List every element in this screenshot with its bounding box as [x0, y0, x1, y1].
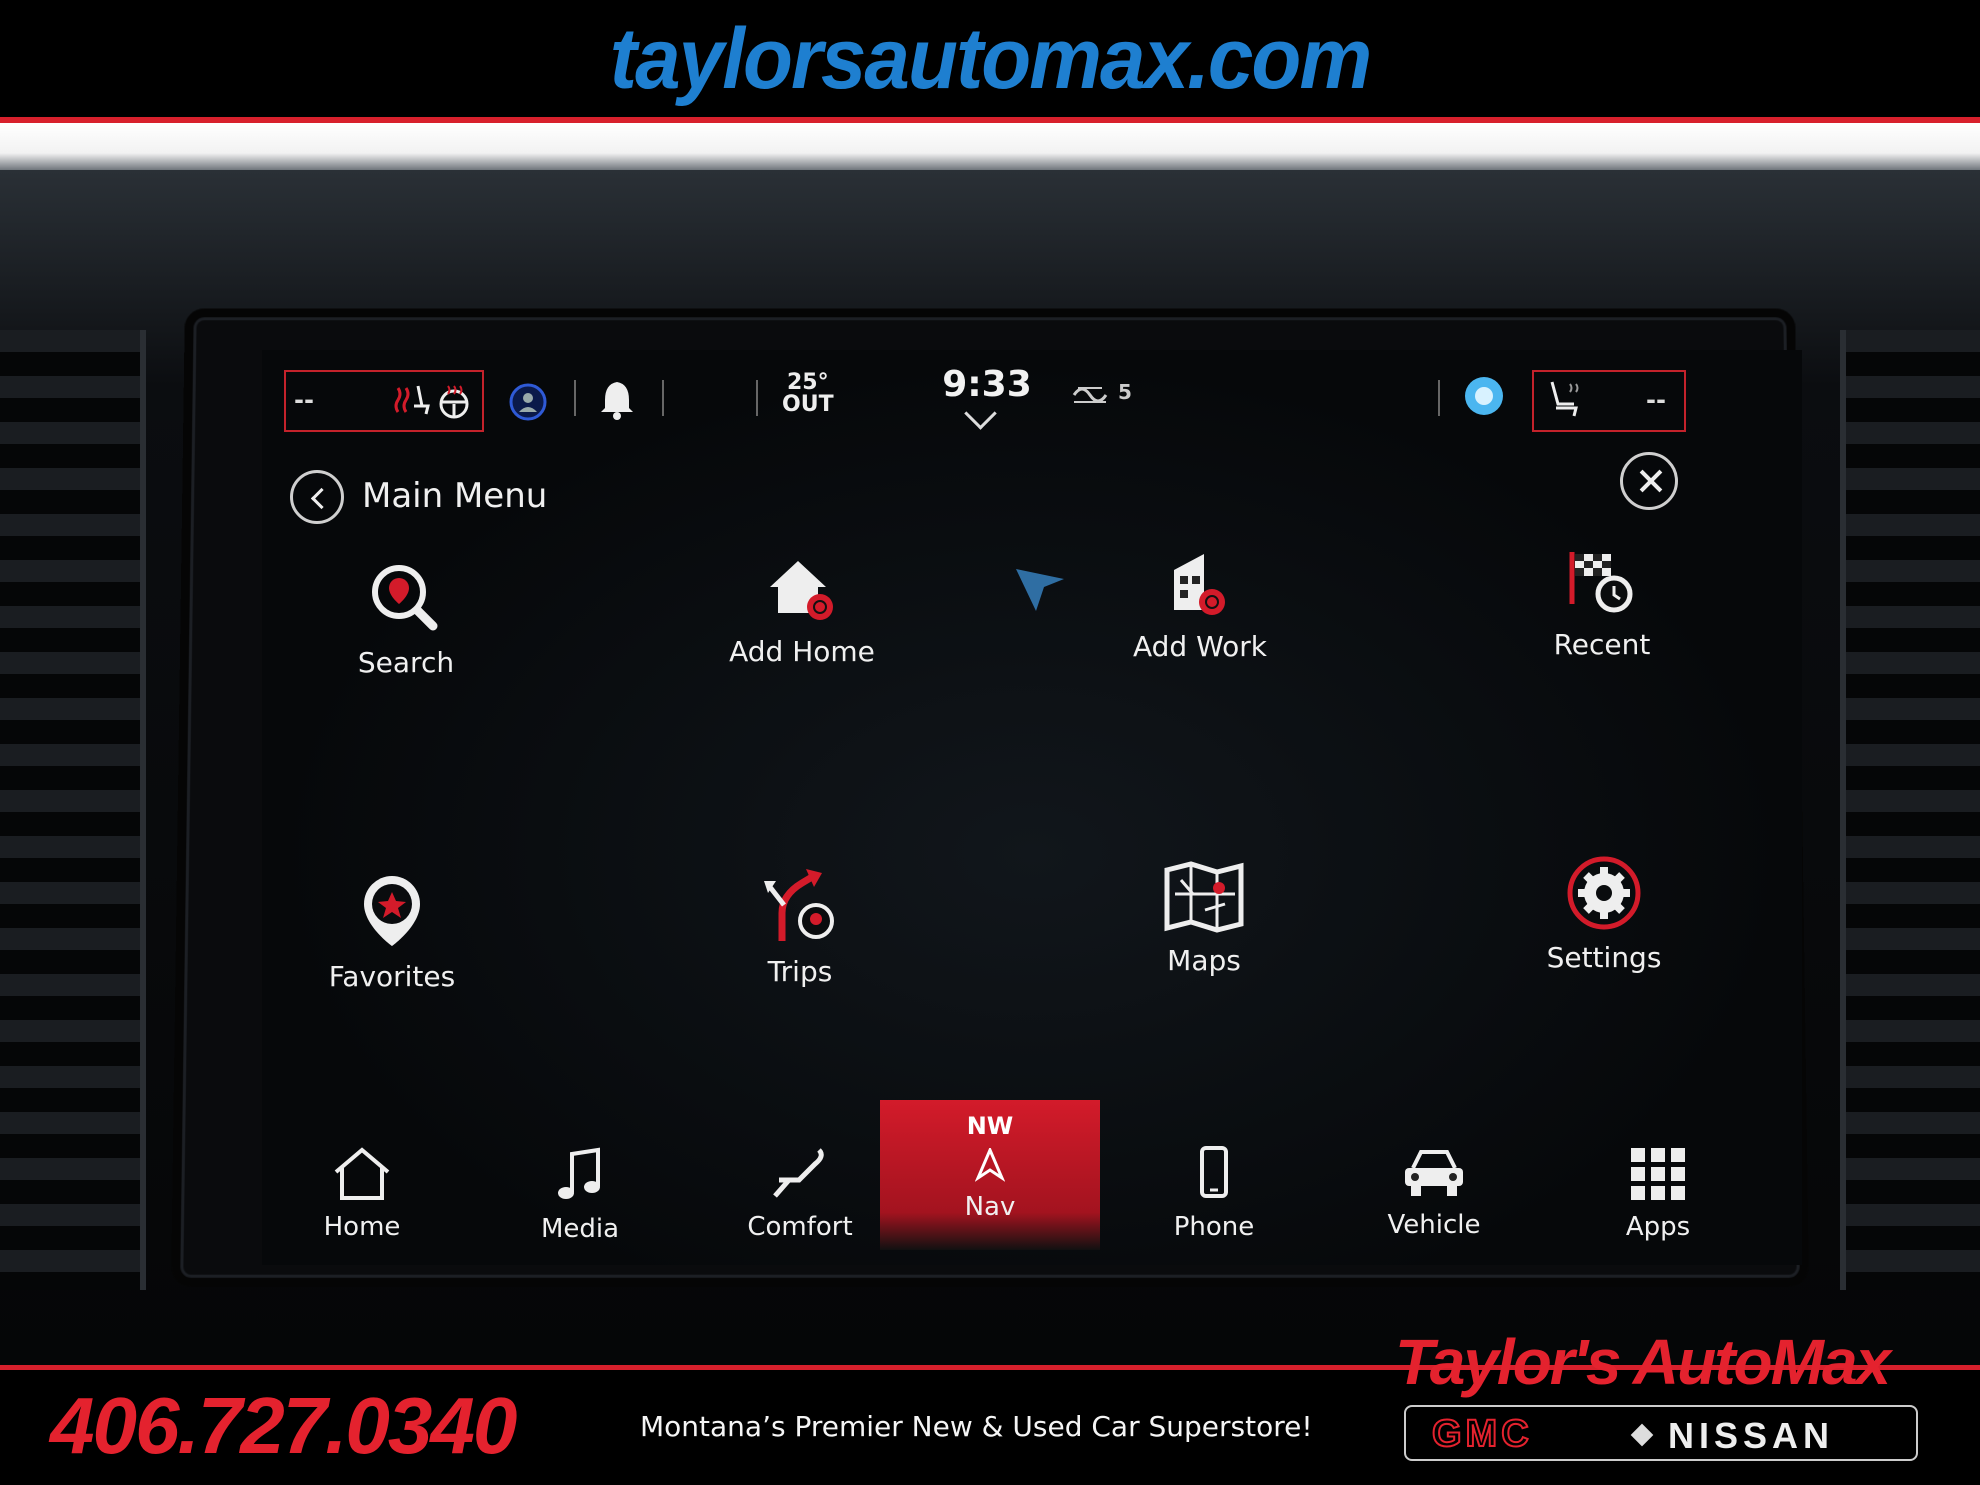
- menu-item-settings[interactable]: Settings: [1484, 855, 1724, 1015]
- dock-label: Phone: [1173, 1212, 1255, 1242]
- gmc-logo: GMC: [1431, 1412, 1533, 1456]
- home-icon: [334, 1147, 390, 1200]
- menu-item-label: Favorites: [328, 960, 456, 993]
- menu-item-add-home[interactable]: Add Home: [682, 555, 922, 715]
- current-location-arrow-icon: [1016, 569, 1064, 611]
- menu-item-favorites[interactable]: Favorites: [272, 870, 512, 1030]
- seat-icon: [773, 1148, 824, 1198]
- menu-item-label: Search: [357, 646, 455, 679]
- dock-label: Comfort: [747, 1212, 853, 1242]
- dock-label: Apps: [1625, 1212, 1691, 1242]
- dealer-phone: 406.727.0340: [50, 1381, 517, 1470]
- right-air-vent: [1840, 330, 1980, 1290]
- dock-phone[interactable]: Phone: [1104, 1100, 1324, 1250]
- menu-item-trips[interactable]: Trips: [680, 865, 920, 1025]
- status-divider: [756, 380, 758, 416]
- outside-temp-label: OUT: [782, 392, 834, 417]
- passenger-temp-value: --: [1646, 386, 1666, 414]
- notification-bell-icon[interactable]: [598, 378, 636, 420]
- dock-label: Media: [540, 1214, 620, 1244]
- menu-item-label: Recent: [1553, 628, 1651, 661]
- compass-direction: NW: [966, 1112, 1014, 1140]
- dock-vehicle[interactable]: Vehicle: [1324, 1100, 1544, 1250]
- phone-icon: [1200, 1146, 1228, 1198]
- dock-nav[interactable]: NW Nav: [880, 1100, 1100, 1250]
- close-button[interactable]: [1620, 452, 1678, 510]
- dealer-logo: Taylor's AutoMax: [1395, 1326, 1891, 1398]
- outside-temp-value: 25°: [786, 370, 829, 395]
- menu-item-add-work[interactable]: Add Work: [1080, 550, 1320, 710]
- nissan-logo: NISSAN: [1668, 1415, 1835, 1456]
- diamond-separator: [1630, 1423, 1654, 1447]
- outside-temperature: 25° OUT: [782, 372, 834, 416]
- favorite-pin-icon: [364, 876, 420, 946]
- left-air-vent: [0, 330, 146, 1290]
- heated-steering-wheel-icon[interactable]: [436, 384, 472, 420]
- menu-item-label: Settings: [1546, 941, 1662, 974]
- status-divider: [574, 380, 576, 416]
- menu-item-recent[interactable]: Recent: [1482, 548, 1722, 708]
- dock-home[interactable]: Home: [252, 1100, 472, 1250]
- compass-arrow-icon: [975, 1148, 1005, 1182]
- dealer-website: taylorsautomax.com: [609, 11, 1372, 107]
- recent-flag-icon: [1569, 552, 1633, 613]
- dock-label: Vehicle: [1387, 1210, 1481, 1240]
- passenger-seat-icon[interactable]: [1544, 378, 1584, 422]
- heated-seat-icon[interactable]: [390, 384, 430, 420]
- menu-item-label: Add Work: [1132, 630, 1267, 663]
- dock-media[interactable]: Media: [470, 1100, 690, 1250]
- status-divider: [662, 380, 664, 416]
- infotainment-screen: -- 25° OUT 9:33 5 -- Main Menu Search Ad…: [262, 350, 1802, 1265]
- brand-badges: GMC NISSAN: [1404, 1405, 1918, 1461]
- gear-icon: [1567, 856, 1641, 930]
- dock-comfort[interactable]: Comfort: [690, 1100, 910, 1250]
- grid-icon: [1631, 1148, 1685, 1200]
- music-note-icon: [558, 1147, 600, 1199]
- bottom-dock: Home Media Comfort NW Nav Phone Vehicle …: [262, 1100, 1802, 1250]
- driver-climate-control[interactable]: --: [284, 370, 484, 432]
- car-icon: [1405, 1150, 1463, 1196]
- clock[interactable]: 9:33: [942, 364, 1032, 405]
- menu-item-search[interactable]: Search: [286, 560, 526, 720]
- map-icon: [1164, 861, 1244, 933]
- dock-apps[interactable]: Apps: [1548, 1100, 1768, 1250]
- status-divider: [1438, 380, 1440, 416]
- status-bar: -- 25° OUT 9:33 5 --: [262, 350, 1802, 432]
- siriusxm-icon: [1072, 387, 1108, 403]
- driver-temp-value: --: [294, 386, 314, 414]
- menu-item-label: Trips: [767, 955, 833, 988]
- dock-label: Nav: [964, 1192, 1016, 1222]
- building-add-icon: [1174, 554, 1225, 615]
- back-button[interactable]: [290, 470, 344, 524]
- menu-item-label: Maps: [1167, 944, 1241, 977]
- trips-icon: [764, 869, 834, 941]
- dealer-banner: taylorsautomax.com: [0, 0, 1980, 118]
- page-title: Main Menu: [362, 476, 548, 516]
- dock-label: Home: [323, 1212, 401, 1242]
- dash-trim: [0, 123, 1980, 173]
- search-pin-icon: [372, 565, 438, 631]
- passenger-climate-control[interactable]: --: [1532, 370, 1686, 432]
- voice-assistant-icon[interactable]: [1462, 374, 1506, 418]
- siriusxm-channel: 5: [1118, 380, 1132, 404]
- driver-profile-icon[interactable]: [508, 382, 548, 422]
- menu-item-maps[interactable]: Maps: [1084, 860, 1324, 1020]
- dealer-tagline: Montana’s Premier New & Used Car Superst…: [640, 1410, 1313, 1443]
- home-add-icon: [770, 561, 833, 620]
- menu-item-label: Add Home: [729, 635, 875, 668]
